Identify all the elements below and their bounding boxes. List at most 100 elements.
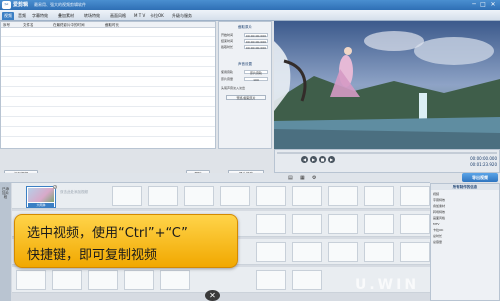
tab-mtv[interactable]: M T V: [132, 12, 147, 20]
project-info-title: 所有制作的信息: [431, 184, 499, 190]
minimize-button[interactable]: ─: [470, 1, 478, 9]
duration-field[interactable]: 00:00:00.000: [244, 45, 268, 50]
tab-video[interactable]: 视频: [2, 12, 14, 20]
info-line: MTV: [433, 222, 440, 226]
list-divider: [1, 46, 215, 47]
tip-callout: 选中视频，使用“Ctrl”+“C” 快捷键，即可复制视频: [14, 214, 238, 268]
fade-checkbox-label[interactable]: 头尾声音淡入淡出: [221, 86, 245, 90]
end-time-field[interactable]: 00:00:00.000: [244, 39, 268, 44]
list-divider: [1, 36, 215, 37]
title-bar: ✂ 爱剪辑 最易用、强大的视频剪辑软件 ─ □ ✕: [0, 0, 500, 10]
col-time: 在最终影片中的时间: [53, 23, 85, 27]
empty-slot[interactable]: [400, 214, 430, 234]
empty-slot[interactable]: [400, 242, 430, 262]
list-divider: [1, 96, 215, 97]
playback-controls: ◀ ▶ ■ ▶ 00:00:00.000 00:01:23.920: [274, 149, 500, 173]
info-line: 卡拉OK: [433, 228, 444, 232]
close-button[interactable]: ✕: [489, 1, 497, 9]
empty-slot[interactable]: [220, 186, 250, 206]
empty-slot[interactable]: [112, 186, 142, 206]
volume-label: 原片音量: [221, 77, 234, 81]
empty-slot[interactable]: [184, 186, 214, 206]
info-line: 总容量: [433, 240, 443, 244]
empty-slot[interactable]: [328, 186, 358, 206]
timeline-track: 大雨淋 ✓ 双击此处添加视频: [12, 183, 430, 209]
empty-slot[interactable]: [292, 186, 322, 206]
maximize-button[interactable]: □: [479, 1, 487, 9]
current-time: 00:00:00.000: [470, 156, 497, 161]
export-video-button[interactable]: 导出视频: [462, 173, 498, 182]
settings-icon[interactable]: ⚙: [312, 175, 316, 181]
empty-slot[interactable]: [328, 214, 358, 234]
section-title-sound: 声音设置: [238, 62, 252, 66]
duration-label: 截取时长: [221, 45, 234, 49]
list-divider: [1, 66, 215, 67]
next-frame-icon[interactable]: ▶: [328, 156, 335, 163]
list-divider: [1, 76, 215, 77]
preview-frame-image: [274, 21, 500, 149]
clip-check-icon[interactable]: ✓: [53, 185, 57, 189]
tab-overlay[interactable]: 叠加素材: [56, 12, 76, 20]
empty-slot[interactable]: [160, 270, 190, 290]
add-video-hint[interactable]: 双击此处添加视频: [60, 190, 88, 194]
empty-slot[interactable]: [256, 214, 286, 234]
tab-karaoke[interactable]: 卡拉OK: [148, 12, 166, 20]
empty-slot[interactable]: [148, 186, 178, 206]
tab-transition[interactable]: 转场特效: [82, 12, 102, 20]
empty-slot[interactable]: [364, 186, 394, 206]
close-tip-icon[interactable]: ✕: [205, 290, 220, 301]
preview-trim-button[interactable]: 预览/截取原片: [226, 95, 266, 100]
list-divider: [1, 56, 215, 57]
clip-thumbnail: [28, 188, 54, 202]
timeline-toolbar: ▤ ▦ ⚙: [0, 173, 430, 183]
info-line: 总时长: [433, 234, 443, 238]
col-filename: 文件名: [23, 23, 34, 27]
total-time: 00:01:23.920: [470, 162, 497, 167]
empty-slot[interactable]: [16, 270, 46, 290]
empty-slot[interactable]: [256, 186, 286, 206]
empty-slot[interactable]: [292, 214, 322, 234]
audio-track-label: 使用音轨: [221, 70, 234, 74]
folder-icon[interactable]: ▤: [288, 175, 293, 181]
empty-slot[interactable]: [328, 242, 358, 262]
empty-slot[interactable]: [256, 270, 286, 290]
timeline-clip[interactable]: 大雨淋 ✓: [26, 185, 57, 208]
tab-audio[interactable]: 音频: [16, 12, 28, 20]
empty-slot[interactable]: [400, 186, 430, 206]
list-divider: [1, 116, 215, 117]
empty-slot[interactable]: [124, 270, 154, 290]
watermark: U.WIN: [355, 277, 420, 293]
added-clips-label: 已添加片段: [2, 187, 9, 199]
prev-frame-icon[interactable]: ◀: [301, 156, 308, 163]
menu-bar: 视频 音频 字幕特效 叠加素材 转场特效 画面风格 M T V 卡拉OK 升级与…: [0, 10, 500, 21]
empty-slot[interactable]: [364, 242, 394, 262]
tab-upgrade[interactable]: 升级与服务: [170, 12, 194, 20]
clip-settings-panel: 截取原片 开始时间 00:00:00.000 结束时间 00:00:00.000…: [218, 21, 272, 149]
list-divider: [1, 136, 215, 137]
end-time-label: 结束时间: [221, 39, 234, 43]
col-index: 序号: [3, 23, 10, 27]
tip-line-2: 快捷键，即可复制视频: [27, 248, 158, 263]
empty-slot[interactable]: [52, 270, 82, 290]
stop-icon[interactable]: ■: [319, 156, 326, 163]
volume-field[interactable]: 100: [244, 77, 268, 82]
start-time-field[interactable]: 00:00:00.000: [244, 33, 268, 38]
empty-slot[interactable]: [292, 242, 322, 262]
project-info-panel: 所有制作的信息 视频 字幕特效 叠加素材 转场特效 画面风格 MTV 卡拉OK …: [430, 183, 500, 301]
empty-slot[interactable]: [364, 214, 394, 234]
save-icon[interactable]: ▦: [300, 175, 305, 181]
info-line: 叠加素材: [433, 204, 446, 208]
progress-bar[interactable]: [277, 152, 497, 154]
tab-style[interactable]: 画面风格: [108, 12, 128, 20]
app-logo-icon: ✂: [2, 1, 11, 9]
empty-slot[interactable]: [256, 242, 286, 262]
empty-slot[interactable]: [292, 270, 322, 290]
audio-track-select[interactable]: 原片音轨: [244, 70, 268, 75]
empty-slot[interactable]: [88, 270, 118, 290]
play-icon[interactable]: ▶: [310, 156, 317, 163]
start-time-label: 开始时间: [221, 33, 234, 37]
tab-subtitle[interactable]: 字幕特效: [30, 12, 50, 20]
info-line: 字幕特效: [433, 198, 446, 202]
clip-name: 大雨淋: [28, 203, 54, 207]
video-preview[interactable]: [274, 21, 500, 149]
